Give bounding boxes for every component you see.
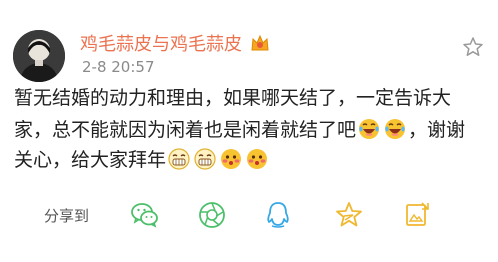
laughing-tears-emoji-icon — [385, 119, 406, 139]
moments-share-icon[interactable] — [197, 200, 227, 230]
blush-emoji-icon — [247, 149, 268, 169]
screenshot-share-icon[interactable] — [402, 200, 432, 230]
blush-emoji-icon — [221, 149, 242, 169]
post-text-line-3-body: 关心，给大家拜年 — [14, 149, 167, 171]
post-text-line-3: 关心，给大家拜年 — [14, 145, 492, 175]
post-text-line-2-end: ，谢谢 — [408, 119, 466, 141]
post-text-line-2: 家，总不能就因为闲着也是闲着就结了吧 ，谢谢 — [14, 115, 492, 145]
favorite-star-icon[interactable] — [462, 36, 484, 58]
wechat-share-icon[interactable] — [130, 200, 160, 230]
qzone-share-icon[interactable] — [334, 200, 364, 230]
avatar[interactable] — [13, 30, 65, 82]
laughing-tears-emoji-icon — [359, 119, 380, 139]
vip-badge-icon — [251, 34, 269, 51]
user-name[interactable]: 鸡毛蒜皮与鸡毛蒜皮 — [80, 30, 242, 56]
post-time: 2-8 20:57 — [82, 58, 155, 76]
grin-emoji-icon — [168, 148, 190, 170]
weibo-post: 鸡毛蒜皮与鸡毛蒜皮 2-8 20:57 暂无结婚的动力和理由，如果哪天结了，一定… — [0, 0, 498, 262]
post-text-line-1: 暂无结婚的动力和理由，如果哪天结了，一定告诉大 — [14, 87, 452, 109]
post-text-line-2-body: 家，总不能就因为闲着也是闲着就结了吧 — [14, 119, 357, 141]
share-label: 分享到 — [44, 207, 90, 225]
grin-emoji-icon — [194, 148, 216, 170]
qq-share-icon[interactable] — [263, 200, 293, 230]
